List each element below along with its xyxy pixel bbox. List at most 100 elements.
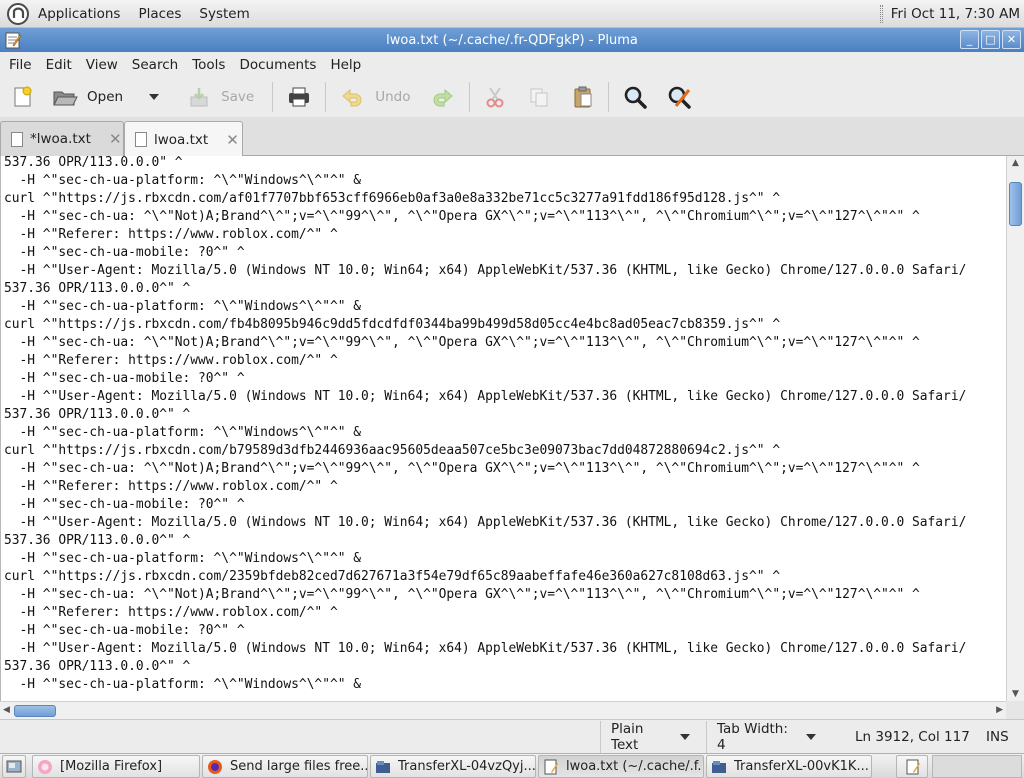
task-label: lwoa.txt (~/.cache/.f...: [566, 759, 704, 774]
menu-help[interactable]: Help: [323, 57, 368, 73]
undo-label: Undo: [375, 89, 411, 105]
tab-width-selector[interactable]: Tab Width: 4: [706, 721, 826, 753]
editor-line[interactable]: -H ^"Referer: https://www.roblox.com/^" …: [4, 227, 338, 242]
cut-button[interactable]: [477, 79, 513, 115]
print-button[interactable]: [280, 79, 318, 115]
editor-line[interactable]: 537.36 OPR/113.0.0.0" ^: [4, 156, 183, 170]
show-desktop-button[interactable]: [2, 755, 26, 778]
maximize-button[interactable]: □: [981, 30, 1000, 49]
editor-line[interactable]: curl ^"https://js.rbxcdn.com/af01f7707bb…: [4, 191, 780, 206]
vertical-scroll-thumb[interactable]: [1009, 182, 1022, 226]
scroll-corner: [1006, 701, 1024, 719]
editor-line[interactable]: 537.36 OPR/113.0.0.0^" ^: [4, 533, 190, 548]
scroll-down-icon[interactable]: ▼: [1012, 689, 1019, 699]
editor-line[interactable]: -H ^"sec-ch-ua-platform: ^\^"Windows^\^"…: [4, 299, 361, 314]
taskbar-item-firefox[interactable]: [Mozilla Firefox]: [32, 755, 200, 778]
editor-line[interactable]: -H ^"sec-ch-ua-mobile: ?0^" ^: [4, 497, 245, 512]
text-editor[interactable]: 537.36 OPR/113.0.0.0" ^ -H ^"sec-ch-ua-p…: [0, 156, 1006, 701]
editor-line[interactable]: -H ^"User-Agent: Mozilla/5.0 (Windows NT…: [4, 263, 967, 278]
editor-line[interactable]: 537.36 OPR/113.0.0.0^" ^: [4, 659, 190, 674]
open-button[interactable]: Open: [46, 79, 129, 115]
save-label: Save: [221, 89, 255, 105]
menu-file[interactable]: File: [2, 57, 39, 73]
folder-icon: [376, 760, 390, 773]
applications-menu[interactable]: Applications: [29, 0, 129, 28]
editor-line[interactable]: -H ^"User-Agent: Mozilla/5.0 (Windows NT…: [4, 515, 967, 530]
window-titlebar[interactable]: lwoa.txt (~/.cache/.fr-QDFgkP) - Pluma _…: [0, 28, 1024, 52]
clock[interactable]: Fri Oct 11, 7:30 AM: [879, 0, 1020, 28]
editor-line[interactable]: -H ^"sec-ch-ua-platform: ^\^"Windows^\^"…: [4, 173, 361, 188]
editor-line[interactable]: -H ^"Referer: https://www.roblox.com/^" …: [4, 479, 338, 494]
horizontal-scroll-thumb[interactable]: [14, 705, 56, 717]
close-tab-icon[interactable]: ✕: [226, 131, 239, 149]
workspace-pager[interactable]: [932, 755, 1022, 778]
paste-button[interactable]: [565, 79, 601, 115]
close-button[interactable]: ✕: [1002, 30, 1021, 49]
editor-line[interactable]: -H ^"sec-ch-ua: ^\^"Not)A;Brand^\^";v=^\…: [4, 461, 920, 476]
copy-icon: [530, 88, 548, 107]
save-button[interactable]: Save: [181, 79, 260, 115]
editor-line[interactable]: curl ^"https://js.rbxcdn.com/2359bfdeb82…: [4, 569, 780, 584]
editor-line[interactable]: -H ^"sec-ch-ua: ^\^"Not)A;Brand^\^";v=^\…: [4, 335, 920, 350]
menu-tools[interactable]: Tools: [185, 57, 232, 73]
new-document-button[interactable]: [4, 79, 40, 115]
undo-button[interactable]: Undo: [333, 79, 416, 115]
places-menu[interactable]: Places: [129, 0, 190, 28]
vertical-scrollbar[interactable]: ▲ ▼: [1006, 156, 1024, 701]
editor-line[interactable]: curl ^"https://js.rbxcdn.com/fb4b8095b94…: [4, 317, 780, 332]
editor-line[interactable]: -H ^"User-Agent: Mozilla/5.0 (Windows NT…: [4, 389, 967, 404]
chevron-down-icon: [149, 94, 160, 100]
mate-logo-icon[interactable]: [7, 2, 29, 25]
editor-line[interactable]: -H ^"sec-ch-ua-platform: ^\^"Windows^\^"…: [4, 551, 361, 566]
editor-line[interactable]: -H ^"sec-ch-ua-mobile: ?0^" ^: [4, 371, 245, 386]
text-file-icon: [11, 131, 23, 147]
editor-line[interactable]: curl ^"https://js.rbxcdn.com/b79589d3dfb…: [4, 443, 780, 458]
tab-lwoa[interactable]: lwoa.txt ✕: [124, 121, 243, 157]
taskbar-item-pluma[interactable]: lwoa.txt (~/.cache/.f...: [538, 755, 704, 778]
undo-icon: [342, 88, 362, 107]
minimize-button[interactable]: _: [960, 30, 979, 49]
horizontal-scrollbar[interactable]: ◀ ▶: [0, 701, 1006, 719]
firefox-icon: [208, 759, 222, 774]
language-selector[interactable]: Plain Text: [600, 721, 700, 753]
open-recent-dropdown[interactable]: [143, 79, 165, 115]
tab-lwoa-modified[interactable]: *lwoa.txt ✕: [0, 121, 124, 156]
menu-view[interactable]: View: [79, 57, 125, 73]
workspace-switcher[interactable]: [896, 755, 928, 778]
copy-button[interactable]: [521, 79, 557, 115]
scroll-left-icon[interactable]: ◀: [3, 705, 10, 715]
taskbar-item-send-large-files[interactable]: Send large files free...: [202, 755, 368, 778]
new-document-icon: [14, 86, 32, 107]
scissors-icon: [486, 87, 504, 108]
taskbar-item-transferxl-2[interactable]: TransferXL-00vK1K...: [706, 755, 872, 778]
editor-line[interactable]: -H ^"sec-ch-ua-mobile: ?0^" ^: [4, 623, 245, 638]
chevron-down-icon: [806, 734, 816, 740]
menubar: File Edit View Search Tools Documents He…: [0, 52, 1024, 77]
editor-line[interactable]: -H ^"User-Agent: Mozilla/5.0 (Windows NT…: [4, 641, 967, 656]
window-title: lwoa.txt (~/.cache/.fr-QDFgkP) - Pluma: [386, 32, 638, 48]
scroll-up-icon[interactable]: ▲: [1012, 158, 1019, 168]
editor-line[interactable]: -H ^"sec-ch-ua-mobile: ?0^" ^: [4, 245, 245, 260]
redo-button[interactable]: [424, 79, 462, 115]
editor-line[interactable]: -H ^"sec-ch-ua-platform: ^\^"Windows^\^"…: [4, 425, 361, 440]
editor-line[interactable]: -H ^"Referer: https://www.roblox.com/^" …: [4, 605, 338, 620]
pluma-app-icon[interactable]: [4, 31, 22, 49]
editor-line[interactable]: 537.36 OPR/113.0.0.0^" ^: [4, 407, 190, 422]
editor-line[interactable]: 537.36 OPR/113.0.0.0^" ^: [4, 281, 190, 296]
taskbar-item-transferxl-1[interactable]: TransferXL-04vzQyj...: [370, 755, 536, 778]
editor-line[interactable]: -H ^"Referer: https://www.roblox.com/^" …: [4, 353, 338, 368]
editor-line[interactable]: -H ^"sec-ch-ua: ^\^"Not)A;Brand^\^";v=^\…: [4, 209, 920, 224]
find-replace-button[interactable]: [660, 79, 698, 115]
menu-search[interactable]: Search: [125, 57, 185, 73]
insert-mode: INS: [986, 729, 1009, 745]
text-file-icon: [135, 132, 147, 147]
close-tab-icon[interactable]: ✕: [109, 130, 122, 148]
system-menu[interactable]: System: [190, 0, 258, 28]
editor-line[interactable]: -H ^"sec-ch-ua-platform: ^\^"Windows^\^"…: [4, 677, 361, 692]
editor-line[interactable]: -H ^"sec-ch-ua: ^\^"Not)A;Brand^\^";v=^\…: [4, 587, 920, 602]
find-button[interactable]: [616, 79, 654, 115]
editor-text[interactable]: 537.36 OPR/113.0.0.0" ^ -H ^"sec-ch-ua-p…: [4, 156, 966, 694]
menu-documents[interactable]: Documents: [232, 57, 323, 73]
menu-edit[interactable]: Edit: [39, 57, 79, 73]
scroll-right-icon[interactable]: ▶: [996, 705, 1003, 715]
